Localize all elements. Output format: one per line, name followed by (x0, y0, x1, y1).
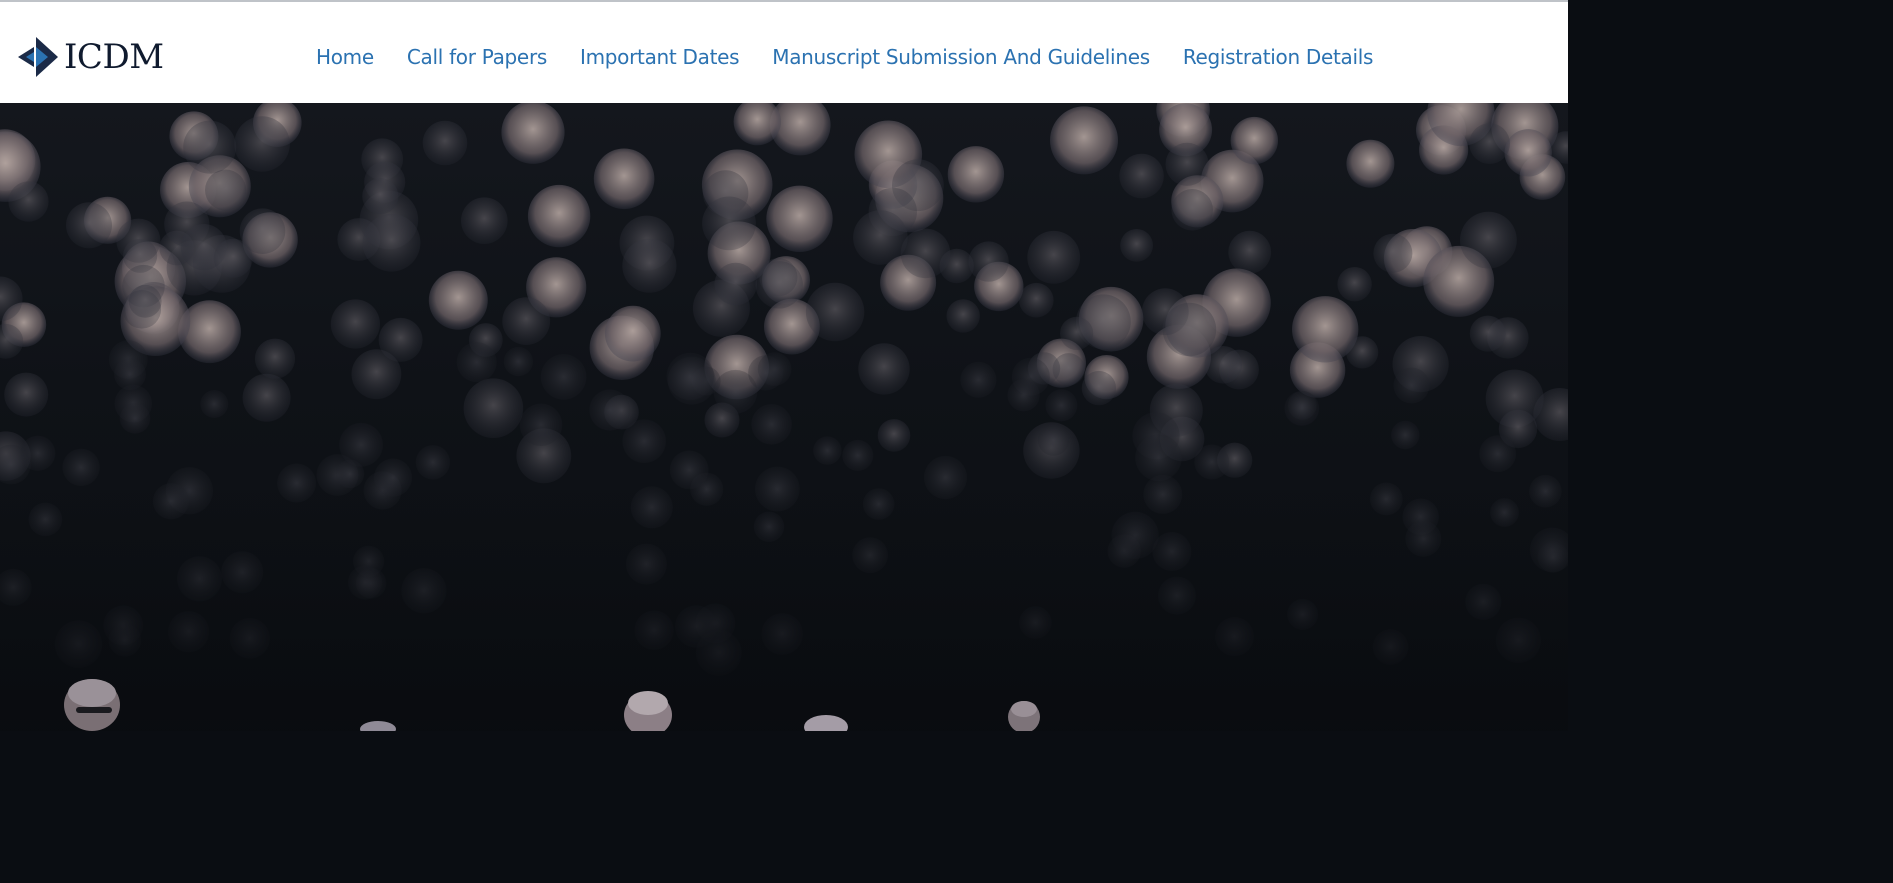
logo-text: ICDM (64, 37, 164, 77)
bokeh-light (1204, 346, 1242, 384)
bokeh-light (1050, 106, 1118, 175)
bokeh-light (1284, 390, 1320, 426)
hero-banner (0, 103, 1568, 731)
bokeh-light (1469, 315, 1506, 352)
bokeh-light (1194, 444, 1230, 480)
main-nav: Home Call for Papers Important Dates Man… (316, 42, 1373, 72)
bokeh-light (947, 146, 1005, 203)
bokeh-light (604, 305, 661, 362)
bokeh-light (1162, 302, 1217, 357)
bokeh-light (1228, 230, 1272, 274)
bokeh-light (502, 297, 551, 345)
bokeh-light (254, 338, 296, 379)
bokeh-light (1119, 153, 1164, 199)
bokeh-light (622, 419, 666, 464)
bokeh-light (622, 238, 677, 293)
bokeh-light (1171, 189, 1213, 231)
bokeh-light (589, 389, 631, 431)
bokeh-light (1230, 116, 1279, 165)
bokeh-light (1037, 424, 1070, 456)
nav-registration-details[interactable]: Registration Details (1183, 42, 1374, 72)
bokeh-light (755, 261, 803, 309)
bokeh-light (1391, 420, 1420, 450)
bokeh-light (422, 120, 468, 166)
bokeh-light (748, 355, 784, 391)
bokeh-light (1346, 139, 1395, 188)
bokeh-light (461, 197, 508, 244)
bokeh-light (183, 120, 237, 174)
bokeh-light (1081, 370, 1117, 406)
bokeh-light (960, 361, 997, 398)
site-logo[interactable]: ICDM (18, 34, 168, 80)
bokeh-light (119, 403, 151, 434)
hero-image (0, 103, 1568, 731)
bokeh-light (968, 241, 1009, 282)
bokeh-light (428, 270, 488, 330)
bokeh-light (1027, 230, 1081, 284)
bokeh-light (339, 422, 383, 467)
nav-manuscript-submission[interactable]: Manuscript Submission And Guidelines (772, 42, 1150, 72)
bokeh-light (1504, 129, 1552, 177)
bokeh-light (1479, 435, 1517, 473)
bokeh-light (4, 372, 49, 417)
bokeh-light (503, 346, 533, 377)
bokeh-light (1373, 233, 1413, 273)
bokeh-light (501, 103, 565, 164)
bokeh-light (527, 184, 591, 248)
bokeh-light (702, 196, 756, 251)
bokeh-light (1007, 379, 1040, 412)
bokeh-light (900, 228, 951, 279)
bokeh-light (1019, 282, 1054, 318)
bokeh-light (540, 354, 587, 400)
bokeh-light (415, 445, 451, 480)
bokeh-light (813, 436, 842, 465)
bokeh-light (666, 352, 714, 401)
bokeh-light (205, 169, 247, 211)
bokeh-light (946, 299, 980, 333)
bokeh-light (330, 299, 380, 349)
site-header: ICDM Home Call for Papers Important Date… (0, 2, 1568, 103)
bokeh-light (239, 208, 286, 254)
bokeh-light (1337, 267, 1372, 302)
bokeh-light (766, 185, 833, 252)
bokeh-light (1469, 123, 1510, 164)
bokeh-light (842, 439, 874, 471)
bokeh-light (1393, 367, 1430, 404)
bokeh-light (362, 213, 421, 272)
bokeh-light (1135, 434, 1182, 482)
bokeh-light (234, 116, 290, 172)
bokeh-light (1165, 142, 1209, 186)
bokeh-light (714, 262, 757, 306)
bokeh-light (62, 448, 100, 487)
bokeh-light (1045, 389, 1078, 422)
bokeh-light (362, 178, 399, 215)
nav-important-dates[interactable]: Important Dates (580, 42, 740, 72)
bokeh-light (805, 282, 865, 342)
bokeh-light (593, 148, 655, 210)
bokeh-light (853, 210, 908, 265)
bokeh-light (128, 284, 162, 318)
bokeh-light (242, 373, 291, 422)
bokeh-light (1120, 229, 1153, 262)
bokeh-light (200, 390, 229, 418)
bokeh-light (519, 403, 563, 447)
bokeh-light (1460, 211, 1517, 269)
bokeh-light (351, 349, 402, 400)
bokeh-light (858, 343, 910, 395)
nav-call-for-papers[interactable]: Call for Papers (407, 42, 547, 72)
bokeh-light (8, 181, 49, 222)
bokeh-light (1346, 336, 1379, 369)
icdm-logo-icon (18, 37, 58, 77)
bokeh-light (877, 419, 911, 452)
bokeh-light (456, 342, 497, 383)
bokeh-light (1060, 316, 1094, 350)
bokeh-light (751, 404, 792, 445)
bokeh-light (66, 202, 112, 249)
bokeh-light (463, 378, 524, 439)
nav-home[interactable]: Home (316, 42, 374, 72)
